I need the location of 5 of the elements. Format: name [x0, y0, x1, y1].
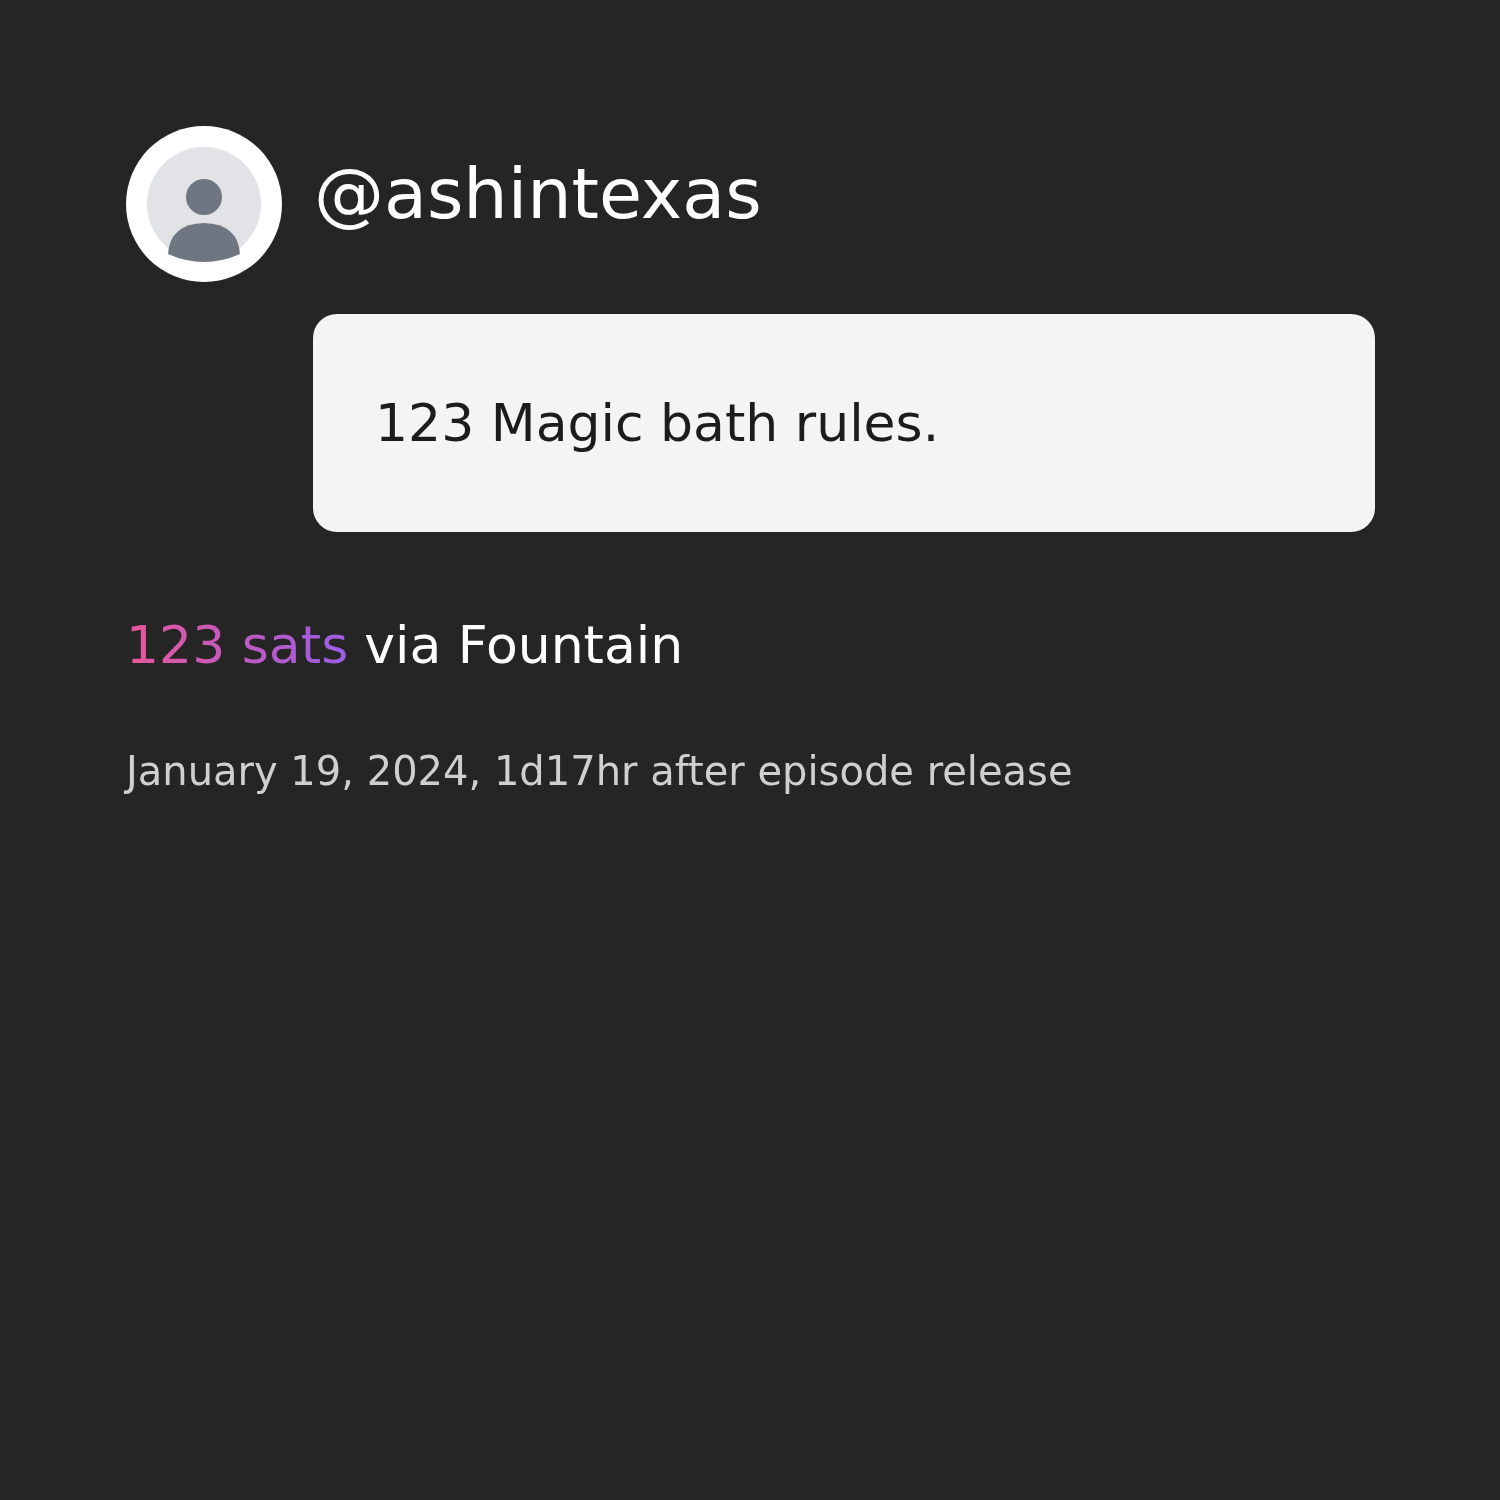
avatar-icon [126, 126, 282, 282]
username: @ashintexas [314, 159, 762, 229]
boost-source: via Fountain [364, 614, 684, 677]
message-text: 123 Magic bath rules. [375, 393, 940, 453]
timestamp: January 19, 2024, 1d17hr after episode release [126, 748, 1074, 795]
